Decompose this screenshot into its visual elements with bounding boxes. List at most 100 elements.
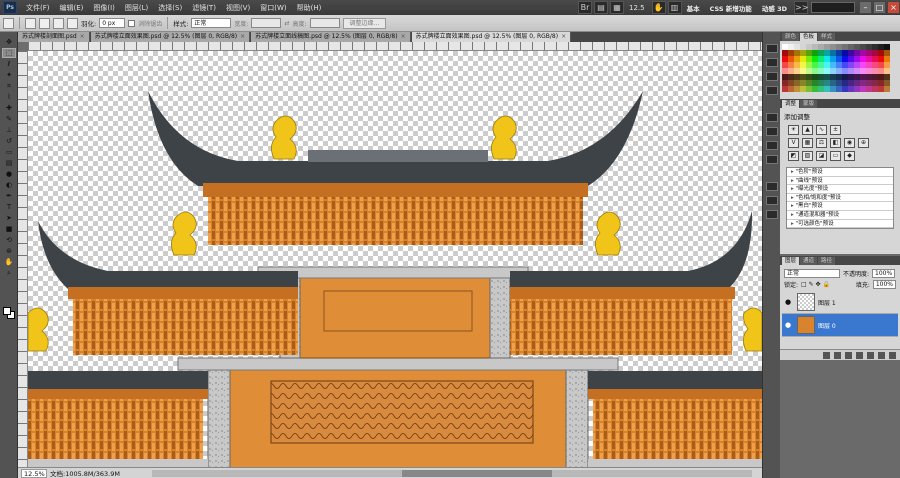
layer-name[interactable]: 图层 1	[818, 298, 836, 307]
actions-panel-icon[interactable]	[766, 58, 778, 67]
arrange-icon[interactable]: ▥	[667, 1, 682, 14]
swatches-grid[interactable]	[780, 41, 900, 99]
tab-layers[interactable]: 图层	[782, 257, 800, 265]
color-swatch[interactable]	[884, 86, 890, 92]
zoom-field[interactable]: 12.5%	[21, 468, 47, 478]
doc-tab-1[interactable]: 苏式牌楼剖面图.psd ×	[18, 32, 90, 42]
menu-file[interactable]: 文件(F)	[21, 3, 55, 13]
black-white-icon[interactable]: ◧	[830, 138, 841, 148]
zoom-tool-icon[interactable]: ⌕	[2, 268, 16, 278]
close-tab-icon[interactable]: ×	[240, 32, 245, 42]
preset-exposure[interactable]: "曝光度"预设	[787, 185, 893, 194]
subtract-selection-icon[interactable]	[53, 17, 64, 29]
color-balance-icon[interactable]: ⚖	[816, 138, 827, 148]
3d-orbit-icon[interactable]: ⊛	[2, 246, 16, 256]
swap-icon[interactable]: ⇄	[284, 20, 289, 27]
close-tab-icon[interactable]: ×	[401, 32, 406, 42]
posterize-icon[interactable]: ▨	[802, 151, 813, 161]
magic-wand-icon[interactable]: ✦	[2, 70, 16, 80]
delete-layer-icon[interactable]	[889, 351, 896, 359]
marquee-tool-icon[interactable]: ⬚	[2, 48, 16, 58]
tab-masks[interactable]: 蒙版	[800, 100, 818, 108]
layer-name[interactable]: 图层 0	[818, 321, 836, 330]
character-panel-icon[interactable]	[766, 141, 778, 150]
new-adjustment-icon[interactable]	[856, 351, 863, 359]
menu-layer[interactable]: 图层(L)	[120, 3, 153, 13]
menu-help[interactable]: 帮助(H)	[292, 3, 327, 13]
healing-brush-icon[interactable]: ✚	[2, 103, 16, 113]
blur-tool-icon[interactable]: ●	[2, 169, 16, 179]
move-tool-icon[interactable]: ✥	[2, 37, 16, 47]
menu-filter[interactable]: 滤镜(T)	[187, 3, 221, 13]
gradient-tool-icon[interactable]: ▤	[2, 158, 16, 168]
bridge-icon[interactable]: Br	[577, 1, 592, 14]
doc-tab-2[interactable]: 苏式牌楼立面效果图.psd @ 12.5% (图层 0, RGB/8) ×	[90, 32, 251, 42]
levels-icon[interactable]: ▲	[802, 125, 813, 135]
preset-channel-mixer[interactable]: "通道混和器"预设	[787, 211, 893, 220]
image-canvas[interactable]	[28, 51, 762, 470]
style-select[interactable]: 正常	[191, 18, 232, 28]
photo-filter-icon[interactable]: ◉	[844, 138, 855, 148]
preset-levels[interactable]: "色阶"预设	[787, 168, 893, 177]
intersect-selection-icon[interactable]	[67, 17, 78, 29]
eraser-icon[interactable]: ▭	[2, 147, 16, 157]
feather-input[interactable]: 0 px	[99, 18, 126, 28]
vibrance-icon[interactable]: V	[788, 138, 799, 148]
threshold-icon[interactable]: ◪	[816, 151, 827, 161]
new-layer-icon[interactable]	[878, 351, 885, 359]
hand-tool-icon[interactable]: ✋	[2, 257, 16, 267]
menu-select[interactable]: 选择(S)	[153, 3, 187, 13]
history-panel-icon[interactable]	[766, 44, 778, 53]
navigator-panel-icon[interactable]	[766, 196, 778, 205]
channel-mixer-icon[interactable]: ⊕	[858, 138, 869, 148]
doc-size-info[interactable]: 文档:1005.8M/363.9M	[50, 468, 120, 478]
preset-selective-color[interactable]: "可选颜色"预设	[787, 220, 893, 229]
exposure-icon[interactable]: ±	[830, 125, 841, 135]
hue-saturation-icon[interactable]: ▦	[802, 138, 813, 148]
notes-panel-icon[interactable]	[766, 182, 778, 191]
brush-tool-icon[interactable]: ✎	[2, 114, 16, 124]
workspace-essentials[interactable]: 基本	[682, 3, 705, 13]
zoom-level[interactable]: 12.5	[624, 4, 650, 12]
marquee-tool-icon[interactable]	[3, 17, 14, 29]
foreground-color-swatch[interactable]	[3, 307, 11, 315]
curves-icon[interactable]: ∿	[816, 125, 827, 135]
close-icon[interactable]: ×	[887, 1, 900, 14]
fill-input[interactable]: 100%	[872, 280, 896, 289]
invert-icon[interactable]: ◩	[788, 151, 799, 161]
lock-icons[interactable]: □ ✎ ✥ 🔒	[801, 281, 830, 288]
guides-icon[interactable]: ▦	[609, 1, 624, 14]
hand-icon[interactable]: ✋	[651, 1, 666, 14]
clone-source-icon[interactable]	[766, 127, 778, 136]
refine-edge-button[interactable]: 调整边缘...	[342, 17, 387, 29]
preset-black-white[interactable]: "黑白"预设	[787, 202, 893, 211]
scrollbar-thumb[interactable]	[402, 469, 552, 477]
layer-row-selected[interactable]: ● 图层 0	[782, 314, 898, 337]
vertical-ruler[interactable]	[18, 51, 28, 470]
info-panel-icon[interactable]	[766, 72, 778, 81]
tab-swatches[interactable]: 色板	[800, 33, 818, 41]
tab-adjustments[interactable]: 调整	[782, 100, 800, 108]
add-selection-icon[interactable]	[39, 17, 50, 29]
minimize-icon[interactable]: –	[859, 1, 872, 14]
height-input[interactable]	[309, 18, 340, 28]
histogram-panel-icon[interactable]	[766, 210, 778, 219]
tab-color[interactable]: 颜色	[782, 33, 800, 41]
link-layers-icon[interactable]	[823, 351, 830, 359]
brightness-icon[interactable]: ☀	[788, 125, 799, 135]
brush-panel-icon[interactable]	[766, 113, 778, 122]
close-tab-icon[interactable]: ×	[561, 32, 566, 42]
doc-tab-4[interactable]: 苏式牌楼立面效果图.psd @ 12.5% (图层 0, RGB/8) ×	[411, 32, 572, 42]
menu-image[interactable]: 图像(I)	[88, 3, 120, 13]
antialias-checkbox[interactable]	[128, 19, 136, 27]
menu-edit[interactable]: 编辑(E)	[55, 3, 89, 13]
width-input[interactable]	[251, 18, 282, 28]
workspace-css[interactable]: CSS 新增功能	[705, 3, 757, 13]
horizontal-ruler[interactable]	[28, 42, 762, 51]
horizontal-scrollbar[interactable]	[152, 469, 752, 477]
new-group-icon[interactable]	[867, 351, 874, 359]
minibridge-icon[interactable]: ▤	[593, 1, 608, 14]
eyedropper-icon[interactable]: ⌇	[2, 92, 16, 102]
search-input[interactable]	[811, 2, 855, 13]
more-workspaces-button[interactable]: >>	[794, 1, 808, 14]
